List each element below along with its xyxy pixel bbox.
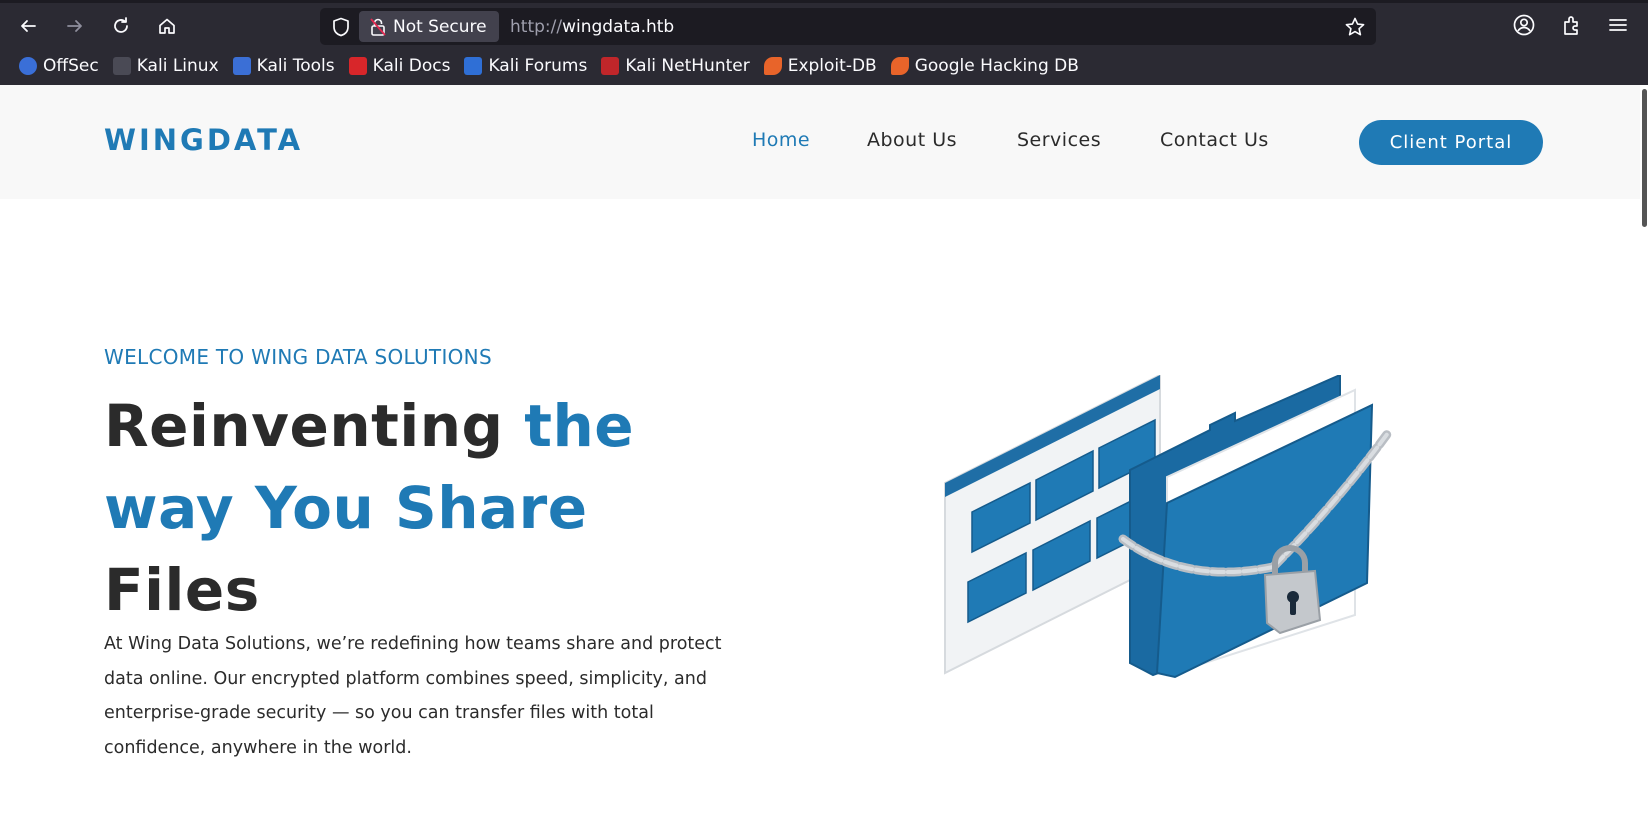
menu-hamburger-icon[interactable] [1605, 12, 1631, 38]
insecure-lock-icon [370, 18, 386, 36]
headline-part-2: Files [104, 556, 260, 624]
hero-headline: Reinventing the way You Share Files [104, 385, 744, 631]
bookmark-exploit-db[interactable]: Exploit-DB [757, 52, 884, 80]
locked-folder-illustration [944, 375, 1393, 679]
tab-strip-edge [0, 0, 1648, 3]
browser-chrome: Not Secure http://wingdata.htb OffSec Ka… [0, 0, 1648, 85]
reload-icon [114, 17, 128, 33]
bookmark-label: Google Hacking DB [914, 56, 1079, 76]
site-header: WINGDATA Home About Us Services Contact … [0, 85, 1640, 199]
hero-lead-paragraph: At Wing Data Solutions, we’re redefining… [104, 634, 722, 758]
web-page: WINGDATA Home About Us Services Contact … [0, 85, 1648, 828]
bookmark-star-icon[interactable] [1344, 16, 1366, 38]
scrollbar-thumb[interactable] [1642, 89, 1647, 227]
nav-services[interactable]: Services [1017, 129, 1101, 151]
bookmark-label: Kali Linux [136, 56, 219, 76]
bookmark-label: OffSec [43, 56, 99, 76]
exploit-db-icon [763, 57, 782, 75]
home-icon [159, 18, 175, 34]
nav-contact-us[interactable]: Contact Us [1160, 129, 1269, 151]
site-security-indicator[interactable]: Not Secure [359, 11, 499, 42]
headline-part-1: Reinventing [104, 392, 525, 460]
url-host: wingdata.htb [562, 16, 675, 37]
url-text[interactable]: http://wingdata.htb [510, 8, 674, 45]
url-bar[interactable]: Not Secure http://wingdata.htb [320, 8, 1376, 45]
forward-arrow-icon [67, 20, 82, 32]
kali-forums-icon [464, 57, 483, 75]
home-button[interactable] [151, 10, 183, 42]
back-button[interactable] [12, 10, 44, 42]
kali-dragon-icon [112, 57, 131, 75]
bookmark-google-hacking-db[interactable]: Google Hacking DB [884, 52, 1086, 80]
bookmark-kali-tools[interactable]: Kali Tools [226, 52, 342, 80]
bookmark-kali-forums[interactable]: Kali Forums [457, 52, 594, 80]
nav-about-us[interactable]: About Us [867, 129, 957, 151]
bookmark-kali-nethunter[interactable]: Kali NetHunter [594, 52, 756, 80]
bookmark-offsec[interactable]: OffSec [12, 52, 106, 80]
kali-nethunter-icon [601, 57, 620, 75]
hero-eyebrow: WELCOME TO WING DATA SOLUTIONS [104, 345, 492, 369]
bookmark-kali-linux[interactable]: Kali Linux [106, 52, 226, 80]
back-arrow-icon [21, 20, 36, 32]
bookmark-kali-docs[interactable]: Kali Docs [342, 52, 458, 80]
bookmark-label: Kali Docs [372, 56, 451, 76]
account-icon[interactable] [1511, 12, 1537, 38]
bookmark-label: Kali NetHunter [625, 56, 750, 76]
kali-docs-icon [348, 57, 367, 75]
url-scheme: http:// [510, 16, 563, 37]
bookmark-label: Exploit-DB [787, 56, 877, 76]
site-logo[interactable]: WINGDATA [104, 123, 303, 157]
tracking-protection-shield-icon[interactable] [330, 16, 352, 38]
extensions-icon[interactable] [1559, 12, 1585, 38]
google-hacking-db-icon [890, 57, 909, 75]
bookmark-label: Kali Tools [256, 56, 335, 76]
client-portal-button[interactable]: Client Portal [1359, 120, 1543, 165]
reload-button[interactable] [105, 10, 137, 42]
nav-home[interactable]: Home [752, 129, 810, 151]
bookmark-label: Kali Forums [488, 56, 588, 76]
forward-button[interactable] [59, 10, 91, 42]
offsec-icon [19, 57, 37, 75]
bookmarks-toolbar: OffSec Kali Linux Kali Tools Kali Docs K… [0, 50, 1086, 82]
security-label: Not Secure [393, 16, 487, 37]
page-scrollbar[interactable] [1640, 85, 1648, 828]
kali-tools-icon [232, 57, 251, 75]
